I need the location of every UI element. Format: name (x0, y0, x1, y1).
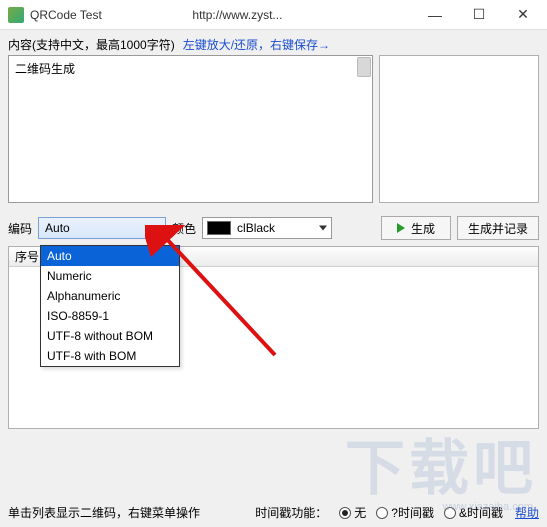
content-label: 内容(支持中文，最高1000字符) (8, 36, 175, 53)
textarea-scrollbar[interactable] (357, 57, 371, 77)
content-textarea[interactable] (8, 55, 373, 203)
generate-record-button-label: 生成并记录 (468, 220, 528, 237)
watermark: 下载吧 (345, 420, 537, 507)
play-icon (397, 223, 405, 233)
timestamp-label: 时间戳功能： (255, 504, 327, 521)
radio-atime[interactable]: &时间戳 (444, 504, 503, 521)
radio-qtime-label: ?时间戳 (391, 504, 434, 521)
color-label: 颜色 (172, 220, 196, 237)
maximize-button[interactable]: ☐ (457, 1, 501, 29)
chevron-down-icon (319, 226, 327, 231)
app-icon (8, 7, 24, 23)
help-link[interactable]: 帮助 (515, 504, 539, 521)
encoding-combo-value: Auto (45, 221, 70, 235)
color-swatch (207, 221, 231, 235)
radio-none[interactable]: 无 (339, 504, 366, 521)
encoding-option[interactable]: Auto (41, 246, 179, 266)
color-combo[interactable]: clBlack (202, 217, 332, 239)
encoding-combo[interactable]: Auto (38, 217, 166, 239)
window-url: http://www.zyst... (102, 8, 413, 22)
radio-atime-label: &时间戳 (459, 504, 503, 521)
chevron-down-icon (153, 226, 161, 231)
zoom-hint: 左键放大/还原，右键保存→ (183, 36, 330, 53)
radio-qtime[interactable]: ?时间戳 (376, 504, 434, 521)
encoding-option[interactable]: Alphanumeric (41, 286, 179, 306)
encoding-option[interactable]: UTF-8 with BOM (41, 346, 179, 366)
radio-icon (376, 507, 388, 519)
qr-preview[interactable] (379, 55, 539, 203)
close-button[interactable]: ✕ (501, 1, 545, 29)
minimize-button[interactable]: — (413, 1, 457, 29)
encoding-option[interactable]: ISO-8859-1 (41, 306, 179, 326)
radio-none-label: 无 (354, 504, 366, 521)
encoding-option[interactable]: UTF-8 without BOM (41, 326, 179, 346)
encoding-label: 编码 (8, 220, 32, 237)
generate-record-button[interactable]: 生成并记录 (457, 216, 539, 240)
color-combo-value: clBlack (237, 221, 275, 235)
generate-button[interactable]: 生成 (381, 216, 451, 240)
footer-hint: 单击列表显示二维码，右键菜单操作 (8, 504, 200, 521)
generate-button-label: 生成 (411, 220, 435, 237)
encoding-option[interactable]: Numeric (41, 266, 179, 286)
window-title: QRCode Test (30, 8, 102, 22)
radio-icon (339, 507, 351, 519)
encoding-dropdown[interactable]: Auto Numeric Alphanumeric ISO-8859-1 UTF… (40, 245, 180, 367)
radio-icon (444, 507, 456, 519)
